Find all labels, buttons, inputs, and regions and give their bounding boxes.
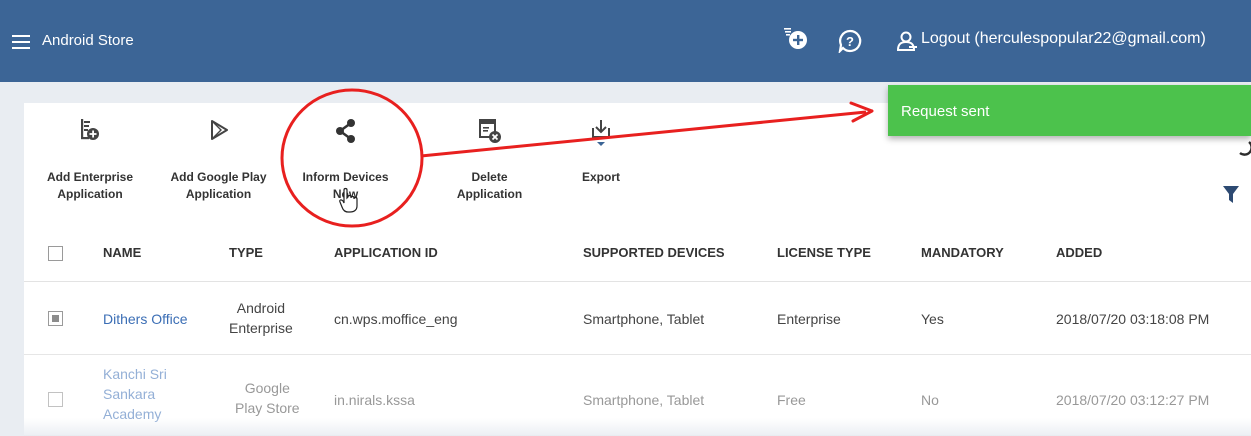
select-all-checkbox[interactable]	[48, 246, 63, 261]
delete-application-button[interactable]: Delete Application	[442, 118, 537, 203]
help-icon[interactable]: ?	[838, 29, 862, 53]
column-header-license-type[interactable]: LICENSE TYPE	[777, 245, 871, 260]
top-navigation-bar: Android Store ? Logout (herculespopular2…	[0, 0, 1251, 82]
app-id: cn.wps.moffice_eng	[334, 311, 458, 327]
filter-icon[interactable]	[1223, 186, 1239, 204]
app-id: in.nirals.kssa	[334, 392, 415, 408]
column-header-application-id[interactable]: APPLICATION ID	[334, 245, 438, 260]
mandatory-value: No	[921, 392, 939, 408]
column-header-mandatory[interactable]: MANDATORY	[921, 245, 1004, 260]
inform-devices-label: Inform Devices Now	[302, 170, 389, 201]
play-store-icon	[210, 120, 228, 140]
delete-application-label: Delete Application	[456, 170, 523, 201]
row-checkbox[interactable]	[48, 392, 63, 407]
app-name-link[interactable]: Dithers Office	[103, 309, 188, 329]
refresh-icon[interactable]	[1237, 140, 1251, 156]
user-icon[interactable]	[896, 30, 918, 52]
request-sent-toast: Request sent	[888, 85, 1251, 136]
inform-devices-now-button[interactable]: Inform Devices Now	[293, 118, 398, 203]
page-title: Android Store	[42, 32, 134, 49]
table-row[interactable]: Dithers Office Android Enterprise cn.wps…	[24, 283, 1251, 355]
hamburger-menu-icon[interactable]	[12, 35, 30, 49]
add-google-play-label: Add Google Play Application	[170, 170, 267, 201]
add-enterprise-label: Add Enterprise Application	[46, 170, 133, 201]
license-type: Free	[777, 392, 806, 408]
column-header-added[interactable]: ADDED	[1056, 245, 1102, 260]
app-type: Android Enterprise	[229, 300, 293, 336]
supported-devices: Smartphone, Tablet	[583, 392, 705, 408]
row-checkbox[interactable]	[48, 311, 63, 326]
export-label: Export	[581, 170, 620, 184]
table-header: NAME TYPE APPLICATION ID SUPPORTED DEVIC…	[24, 230, 1251, 282]
column-header-name[interactable]: NAME	[103, 245, 141, 260]
logout-link[interactable]: Logout (herculespopular22@gmail.com)	[921, 30, 1206, 48]
column-header-supported-devices[interactable]: SUPPORTED DEVICES	[583, 245, 725, 260]
add-google-play-application-button[interactable]: Add Google Play Application	[166, 118, 271, 203]
add-enterprise-application-button[interactable]: Add Enterprise Application	[40, 118, 140, 203]
mandatory-value: Yes	[921, 311, 944, 327]
screenshot-edge-fade	[0, 418, 1251, 436]
export-button[interactable]: Export	[565, 118, 637, 186]
share-icon	[335, 119, 355, 143]
add-notification-icon[interactable]	[783, 27, 809, 51]
added-date: 2018/07/20 03:12:27 PM	[1056, 392, 1210, 408]
app-name-link[interactable]: Kanchi Sri Sankara Academy	[103, 364, 167, 424]
toast-message: Request sent	[901, 103, 990, 120]
column-header-type[interactable]: TYPE	[229, 245, 263, 260]
supported-devices: Smartphone, Tablet	[583, 311, 705, 327]
license-type: Enterprise	[777, 311, 841, 327]
export-icon	[592, 120, 610, 146]
added-date: 2018/07/20 03:18:08 PM	[1056, 311, 1210, 327]
delete-app-icon	[478, 119, 501, 143]
enterprise-app-icon	[81, 119, 99, 140]
svg-text:?: ?	[846, 34, 854, 49]
app-type: Google Play Store	[235, 380, 300, 416]
